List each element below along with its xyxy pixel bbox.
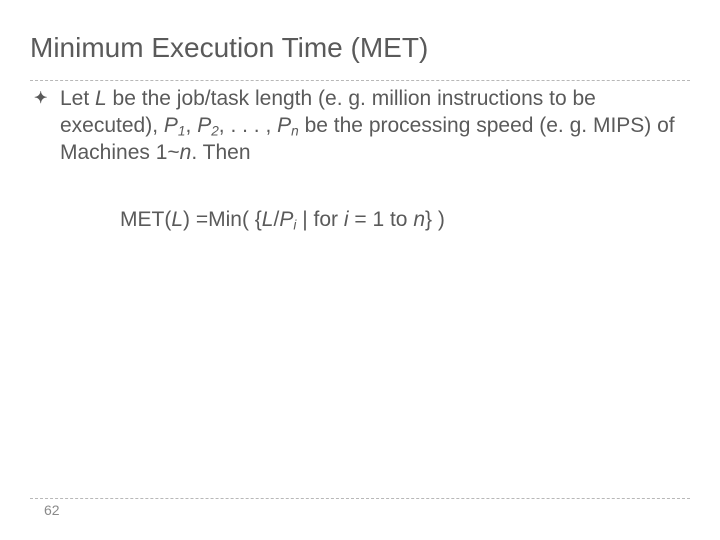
page-number: 62	[44, 502, 60, 518]
footer-divider	[30, 498, 690, 499]
bullet-marker: ✦	[34, 88, 47, 108]
slide-title: Minimum Execution Time (MET)	[30, 32, 428, 64]
formula-text: MET(L) =Min( {L/Pi | for i = 1 to n} )	[120, 208, 445, 232]
slide: Minimum Execution Time (MET) ✦ Let L be …	[0, 0, 720, 540]
body-text: Let L be the job/task length (e. g. mill…	[60, 86, 680, 167]
title-divider	[30, 80, 690, 81]
